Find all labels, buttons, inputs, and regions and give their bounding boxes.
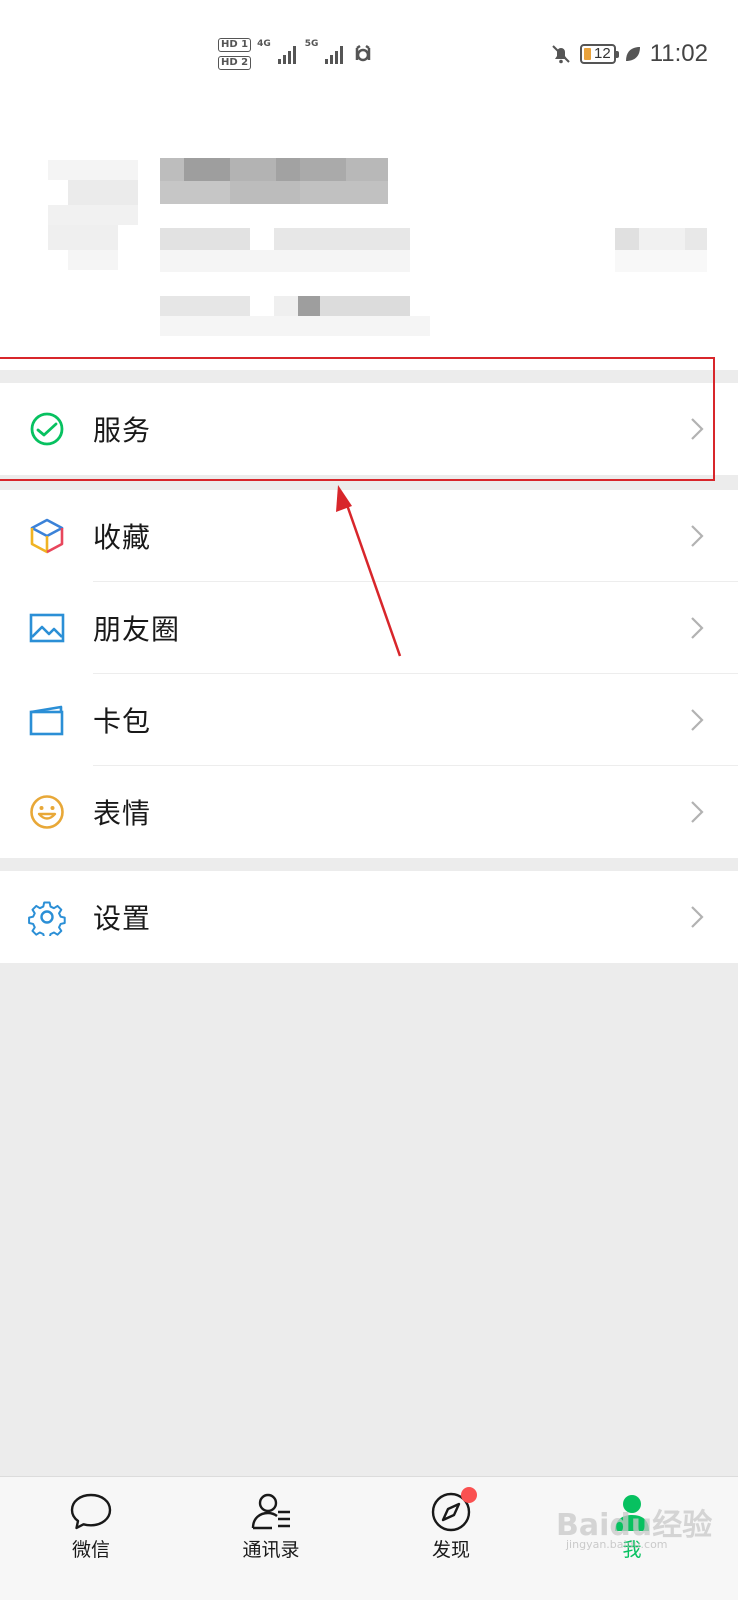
sim2-hd-badge: HD 2	[218, 56, 252, 70]
moments-picture-icon	[29, 613, 65, 643]
gear-icon	[28, 901, 66, 936]
services-icon	[30, 412, 64, 446]
menu-label-cards: 卡包	[93, 705, 152, 738]
sim1-hd-badge: HD 1	[218, 38, 252, 52]
menu-item-moments[interactable]: 朋友圈	[0, 582, 738, 674]
chevron-right-icon	[691, 906, 704, 928]
status-bar: HD 1 HD 2 4G 5G 12 11:02	[0, 0, 738, 100]
sim-indicators: HD 1 HD 2	[218, 38, 252, 70]
menu-label-moments: 朋友圈	[93, 613, 181, 646]
menu-item-stickers[interactable]: 表情	[0, 766, 738, 858]
mute-bell-icon	[552, 45, 570, 64]
contacts-icon	[251, 1493, 290, 1530]
profile-header[interactable]	[0, 100, 738, 370]
discover-notification-dot	[461, 1487, 477, 1503]
chevron-right-icon	[691, 801, 704, 823]
menu-label-favorites: 收藏	[93, 521, 152, 554]
signal-icon	[277, 46, 296, 64]
network-type-2: 5G	[304, 39, 319, 49]
services-group: 服务	[0, 383, 738, 475]
tab-label-discover: 发现	[431, 1539, 470, 1561]
chat-icon	[70, 1493, 112, 1530]
features-group: 收藏 朋友圈 卡包 表情	[0, 490, 738, 858]
clock-time: 11:02	[649, 40, 708, 67]
profile-status[interactable]	[160, 296, 430, 336]
chevron-right-icon	[691, 525, 704, 547]
qr-code-icon[interactable]	[615, 228, 707, 272]
menu-item-favorites[interactable]: 收藏	[0, 490, 738, 582]
tab-label-contacts: 通讯录	[242, 1539, 300, 1561]
menu-item-settings[interactable]: 设置	[0, 871, 738, 963]
menu-label-stickers: 表情	[93, 797, 152, 830]
chevron-right-icon	[691, 709, 704, 731]
nfc-icon	[356, 44, 371, 62]
menu-label-services: 服务	[93, 414, 152, 447]
settings-group: 设置	[0, 871, 738, 963]
chevron-right-icon	[691, 617, 704, 639]
menu-item-cards[interactable]: 卡包	[0, 674, 738, 766]
avatar	[28, 150, 148, 270]
profile-id	[160, 228, 410, 272]
tab-chats[interactable]: 微信	[31, 1477, 151, 1600]
tab-contacts[interactable]: 通讯录	[211, 1477, 331, 1600]
tab-discover[interactable]: 发现	[391, 1477, 511, 1600]
status-right: 12 11:02	[550, 34, 708, 74]
card-wallet-icon	[29, 705, 64, 736]
tab-label-chats: 微信	[71, 1539, 110, 1561]
favorites-cube-icon	[30, 518, 64, 554]
battery-indicator: 12	[579, 44, 619, 64]
baidu-watermark-url: jingyan.baidu.com	[566, 1538, 668, 1551]
profile-name	[160, 158, 388, 204]
network-type-1: 4G	[257, 39, 271, 49]
status-left: HD 1 HD 2 4G 5G	[218, 34, 374, 74]
leaf-icon	[625, 47, 640, 61]
menu-item-services[interactable]: 服务	[0, 383, 738, 475]
smiley-face-icon	[30, 795, 64, 829]
signal-icon	[325, 46, 344, 64]
chevron-right-icon	[691, 418, 704, 440]
menu-label-settings: 设置	[93, 902, 152, 935]
